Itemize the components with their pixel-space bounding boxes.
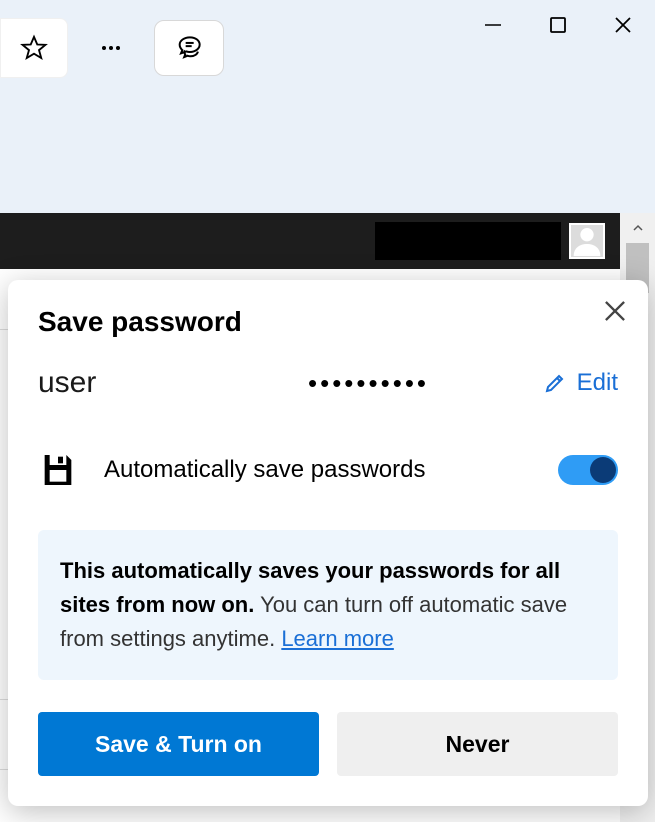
chat-button[interactable] [154,20,224,76]
edit-label: Edit [577,369,618,397]
browser-chrome-top [0,0,655,213]
address-bar-icons [0,18,224,78]
auto-save-label: Automatically save passwords [104,456,532,484]
minimize-icon [484,16,502,34]
page-header-bar [0,213,620,269]
chat-icon [173,32,205,64]
username-value: user [38,366,308,400]
ellipsis-icon [99,36,123,60]
credentials-row: user •••••••••• Edit [38,366,618,400]
avatar[interactable] [569,223,605,259]
close-icon [602,298,628,324]
pencil-icon [543,371,567,395]
maximize-icon [549,16,567,34]
auto-save-row: Automatically save passwords [38,450,618,490]
window-minimize-button[interactable] [460,0,525,50]
person-icon [571,223,603,257]
save-turn-on-button[interactable]: Save & Turn on [38,712,319,776]
favorite-button[interactable] [0,18,68,78]
save-password-dialog: Save password user •••••••••• Edit Autom… [8,280,648,806]
save-disk-icon [38,450,78,490]
window-title-bar [460,0,655,50]
window-maximize-button[interactable] [525,0,590,50]
password-mask: •••••••••• [308,368,543,399]
never-button[interactable]: Never [337,712,618,776]
redacted-region [375,222,561,260]
star-icon [20,34,48,62]
dialog-button-row: Save & Turn on Never [38,712,618,776]
edit-button[interactable]: Edit [543,369,618,397]
toggle-knob [590,457,616,483]
dialog-title: Save password [38,306,618,338]
window-close-button[interactable] [590,0,655,50]
info-message: This automatically saves your passwords … [38,530,618,680]
chevron-up-icon [632,222,644,234]
close-icon [613,15,633,35]
dialog-close-button[interactable] [602,298,628,329]
scroll-up-button[interactable] [620,213,655,243]
more-button[interactable] [86,23,136,73]
learn-more-link[interactable]: Learn more [281,626,394,651]
auto-save-toggle[interactable] [558,455,618,485]
